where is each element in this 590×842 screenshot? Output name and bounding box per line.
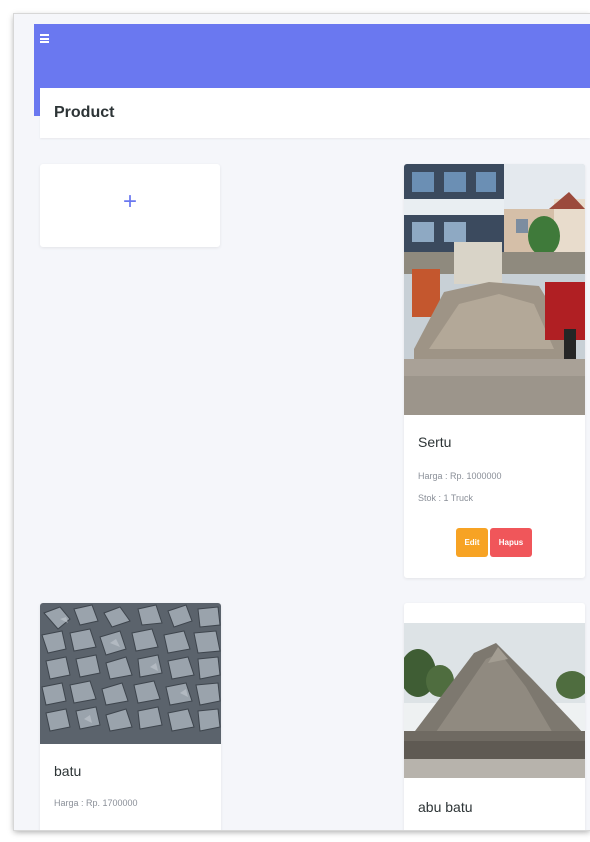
plus-icon: +	[122, 188, 137, 215]
page-title: Product	[54, 104, 115, 121]
product-card: abu batu	[404, 603, 585, 830]
hamburger-icon[interactable]	[40, 34, 49, 43]
app-window: Product + Sertu Harga: Rp. 1000000 Stok…	[14, 14, 590, 830]
product-stock: Stok : 1 Truck	[418, 493, 474, 503]
product-image	[40, 603, 221, 744]
product-price: Harga : Rp. 1700000	[54, 798, 138, 808]
product-card: batu Harga : Rp. 1700000	[40, 603, 221, 830]
product-card: Sertu Harga : Rp. 1000000 Stok : 1 Truck…	[404, 164, 585, 578]
product-image	[404, 164, 585, 415]
product-name: batu	[54, 763, 82, 779]
product-name: abu batu	[418, 799, 473, 815]
edit-button[interactable]: Edit	[456, 528, 488, 557]
product-price: Harga : Rp. 1000000	[418, 471, 502, 481]
top-navbar	[34, 24, 590, 116]
delete-button[interactable]: Hapus	[490, 528, 532, 557]
product-image	[404, 603, 585, 778]
page-header: Product	[40, 88, 590, 138]
add-product-button[interactable]: +	[40, 164, 220, 247]
product-name: Sertu	[418, 434, 452, 450]
